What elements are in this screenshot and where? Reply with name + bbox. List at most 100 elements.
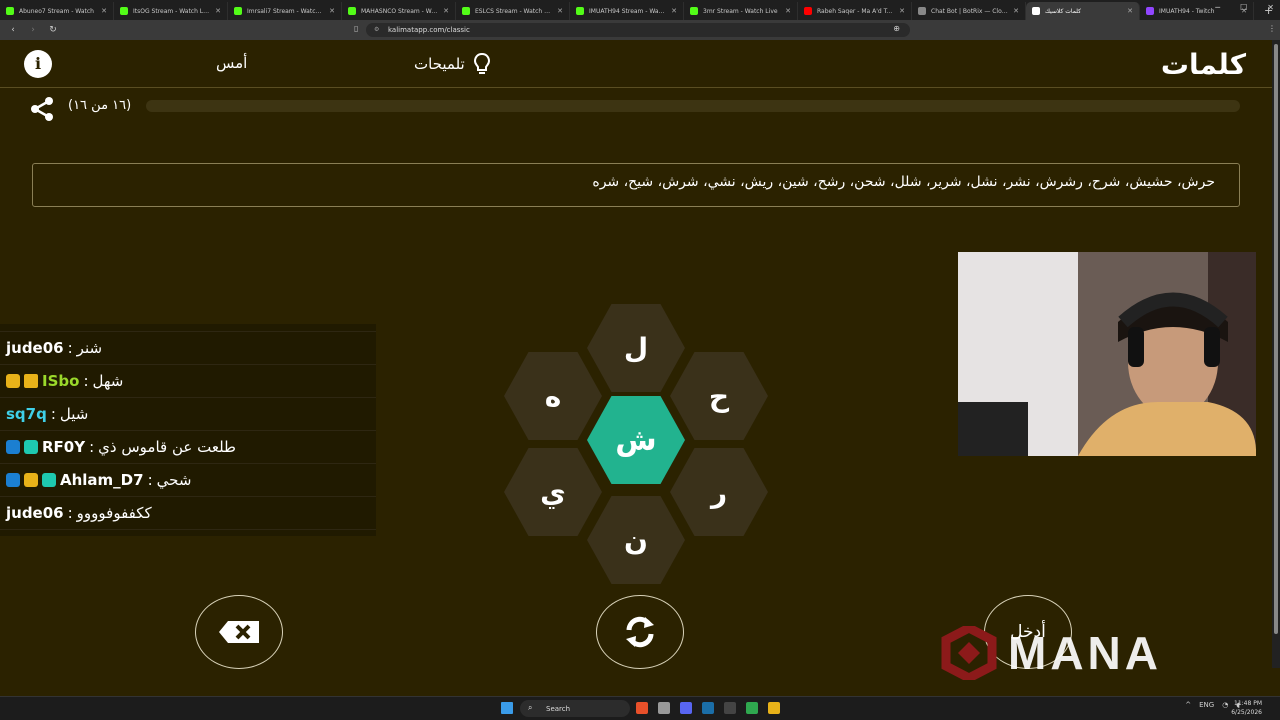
maximize-icon[interactable]: ☐ bbox=[1240, 3, 1247, 12]
browser-tab[interactable]: كلمات كلاسيك ✕ bbox=[1026, 2, 1140, 20]
gold-badge-icon bbox=[6, 374, 20, 388]
tab-favicon-icon bbox=[804, 7, 812, 15]
chat-message: شنر bbox=[76, 339, 103, 357]
tab-favicon-icon bbox=[576, 7, 584, 15]
steam-icon[interactable] bbox=[702, 702, 714, 714]
tab-close-icon[interactable]: ✕ bbox=[1013, 7, 1019, 15]
tab-favicon-icon bbox=[1032, 7, 1040, 15]
delete-button[interactable] bbox=[195, 595, 283, 669]
clock-time: 11:48 PM bbox=[1234, 700, 1262, 707]
tab-favicon-icon bbox=[234, 7, 242, 15]
tab-close-icon[interactable]: ✕ bbox=[785, 7, 791, 15]
zoom-icon[interactable]: ⊕ bbox=[893, 24, 900, 33]
mana-logo-icon bbox=[941, 626, 997, 680]
chat-username: sq7q bbox=[6, 405, 47, 423]
chat-row-partial bbox=[0, 324, 376, 332]
chat-separator: : bbox=[67, 504, 73, 522]
tab-title: Rabeh Saqer - Ma A'd Te... bbox=[817, 7, 895, 15]
terminal-icon[interactable] bbox=[724, 702, 736, 714]
tab-close-icon[interactable]: ✕ bbox=[1127, 7, 1133, 15]
browser-tab[interactable]: Rabeh Saqer - Ma A'd Te... ✕ bbox=[798, 2, 912, 20]
taskbar-clock[interactable]: 11:48 PM 6/25/2026 bbox=[1231, 699, 1262, 717]
backspace-icon bbox=[219, 621, 259, 643]
tab-favicon-icon bbox=[462, 7, 470, 15]
letter-hex-bottom-left[interactable]: ي bbox=[504, 448, 602, 536]
browser-tab[interactable]: Abuneo7 Stream - Watch ✕ bbox=[0, 2, 114, 20]
teal-badge-icon bbox=[42, 473, 56, 487]
tab-title: Chat Bot | BotRix — Cloud Str... bbox=[931, 7, 1009, 15]
info-icon[interactable]: i bbox=[24, 50, 52, 78]
screen: Abuneo7 Stream - Watch ✕ ItsOG Stream - Wa… bbox=[0, 0, 1280, 720]
tab-close-icon[interactable]: ✕ bbox=[443, 7, 449, 15]
lang-indicator[interactable]: ENG bbox=[1199, 701, 1214, 709]
forward-icon[interactable]: › bbox=[26, 25, 40, 35]
browser-tab[interactable]: MAHASNCO Stream - Watch ✕ bbox=[342, 2, 456, 20]
chat-username: Ahlam_D7 bbox=[60, 471, 144, 489]
chat-row: jude06 : شنر bbox=[0, 332, 376, 365]
yesterday-button[interactable]: أمس bbox=[216, 54, 247, 72]
tab-title: 3mr Stream - Watch Live bbox=[703, 7, 778, 15]
browser-tab[interactable]: ItsOG Stream - Watch Live ✕ bbox=[114, 2, 228, 20]
tab-favicon-icon bbox=[690, 7, 698, 15]
letter-hex-top-left[interactable]: ه bbox=[504, 352, 602, 440]
browser-tab[interactable]: 3mr Stream - Watch Live ✕ bbox=[684, 2, 798, 20]
tab-favicon-icon bbox=[348, 7, 356, 15]
tab-title: ESLCS Stream - Watch Live bbox=[475, 7, 553, 15]
tab-close-icon[interactable]: ✕ bbox=[557, 7, 563, 15]
progress-label: (١٦ من ١٦) bbox=[68, 98, 132, 113]
tab-close-icon[interactable]: ✕ bbox=[101, 7, 107, 15]
tab-close-icon[interactable]: ✕ bbox=[215, 7, 221, 15]
letter-hex-top[interactable]: ل bbox=[587, 304, 685, 392]
streamer-image bbox=[958, 252, 1256, 456]
taskbar-apps bbox=[636, 702, 780, 714]
share-icon[interactable] bbox=[30, 96, 54, 122]
page-scrollbar[interactable] bbox=[1272, 40, 1280, 668]
tab-close-icon[interactable]: ✕ bbox=[329, 7, 335, 15]
taskbar-search[interactable]: ⌕ Search bbox=[520, 700, 630, 717]
chat-username: jude06 bbox=[6, 504, 64, 522]
back-icon[interactable]: ‹ bbox=[6, 25, 20, 35]
tab-close-icon[interactable]: ✕ bbox=[899, 7, 905, 15]
wifi-icon[interactable]: ◔ bbox=[1222, 701, 1228, 709]
hints-button[interactable]: تلميحات bbox=[414, 52, 491, 76]
letter-hex-bottom[interactable]: ن bbox=[587, 496, 685, 584]
app-logo[interactable]: كلمات bbox=[1161, 48, 1246, 81]
scrollbar-thumb[interactable] bbox=[1274, 44, 1278, 634]
browser-tab[interactable]: Chat Bot | BotRix — Cloud Str... ✕ bbox=[912, 2, 1026, 20]
chat-row: Ahlam_D7 : شحي bbox=[0, 464, 376, 497]
tab-close-icon[interactable]: ✕ bbox=[671, 7, 677, 15]
found-words-box[interactable]: حرش، حشيش، شرح، رشرش، نشر، نشل، شرير، شل… bbox=[32, 163, 1240, 207]
file-explorer-icon[interactable] bbox=[768, 702, 780, 714]
tab-title: MAHASNCO Stream - Watch bbox=[361, 7, 439, 15]
progress-row: (١٦ من ١٦) bbox=[0, 92, 1272, 122]
tab-title: IMUATH94 Stream - Watc... bbox=[589, 7, 667, 15]
lightbulb-icon bbox=[473, 52, 490, 74]
letter-hex-center[interactable]: ش bbox=[587, 396, 685, 484]
chat-row: RF0Y : طلعت عن قاموس ذي bbox=[0, 431, 376, 464]
close-icon[interactable]: ✕ bbox=[1267, 3, 1274, 12]
search-icon: ⌕ bbox=[528, 703, 533, 712]
letter-hex-bottom-right[interactable]: ر bbox=[670, 448, 768, 536]
reload-icon[interactable]: ↻ bbox=[46, 25, 60, 35]
browser-tab[interactable]: ESLCS Stream - Watch Live ✕ bbox=[456, 2, 570, 20]
site-info-icon[interactable]: ⚙ bbox=[374, 26, 379, 33]
chat-message: شهل bbox=[92, 372, 124, 390]
browser-tab[interactable]: IMUATH94 Stream - Watc... ✕ bbox=[570, 2, 684, 20]
browser-tab[interactable]: Imrsali7 Stream - Watch Li... ✕ bbox=[228, 2, 342, 20]
url-field[interactable]: ⚙ kalimatapp.com/classic bbox=[366, 23, 910, 37]
extensions-icon[interactable]: ⋮ bbox=[1268, 24, 1276, 33]
shuffle-button[interactable] bbox=[596, 595, 684, 669]
mana-brand-text: MANA bbox=[1008, 627, 1162, 679]
teal-badge-icon bbox=[24, 440, 38, 454]
app-icon[interactable] bbox=[746, 702, 758, 714]
discord-icon[interactable] bbox=[680, 702, 692, 714]
tray-chevron-icon[interactable]: ^ bbox=[1185, 701, 1191, 709]
chat-separator: : bbox=[50, 405, 56, 423]
chrome-icon[interactable] bbox=[658, 702, 670, 714]
crown-badge-icon bbox=[24, 374, 38, 388]
windows-start-icon[interactable] bbox=[501, 702, 513, 714]
bookmark-icon[interactable]: ▯ bbox=[354, 24, 358, 33]
brave-icon[interactable] bbox=[636, 702, 648, 714]
letter-hex-top-right[interactable]: ح bbox=[670, 352, 768, 440]
minimize-icon[interactable]: ─ bbox=[1215, 3, 1220, 12]
